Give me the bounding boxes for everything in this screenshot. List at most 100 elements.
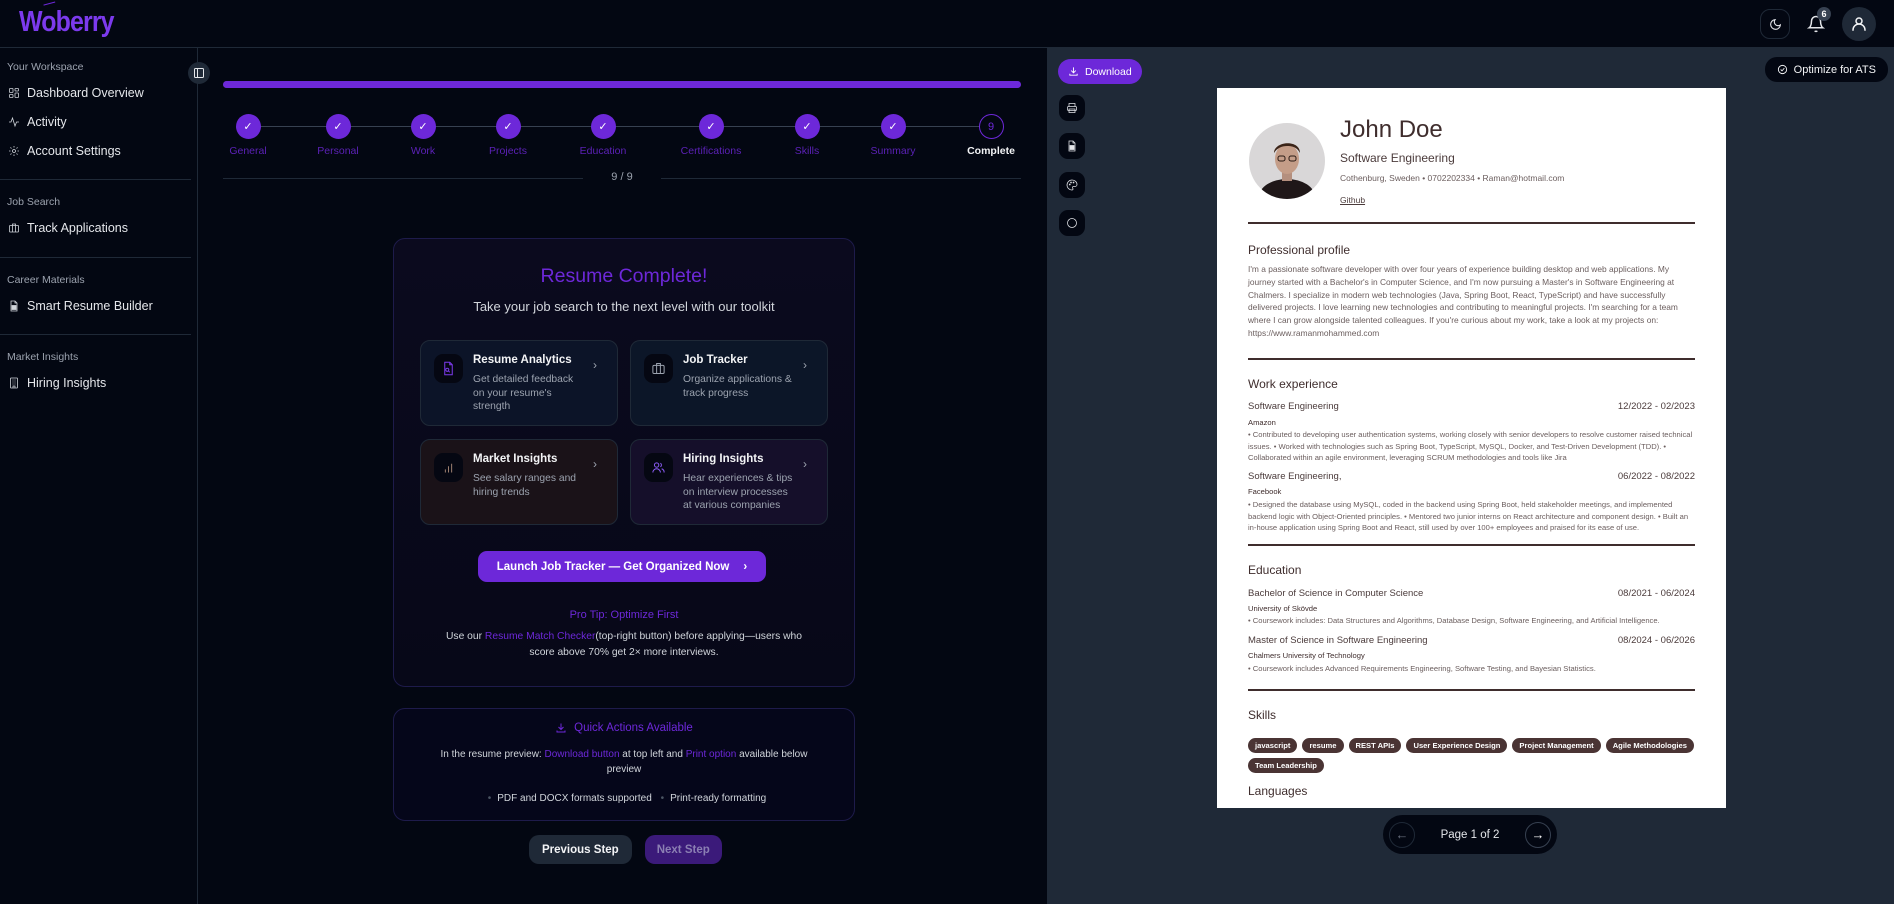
sidebar-item-track-applications[interactable]: Track Applications (0, 213, 197, 242)
step-education[interactable]: ✓ Education (563, 114, 643, 157)
degree: Master of Science in Software Engineerin… (1248, 635, 1428, 646)
check-icon: ✓ (495, 114, 521, 139)
skills-heading: Skills (1248, 708, 1277, 722)
tile-hiring-insights[interactable]: Hiring Insights Hear experiences & tips … (630, 439, 828, 525)
section-rule (1248, 544, 1695, 546)
tile-job-tracker[interactable]: Job Tracker Organize applications & trac… (630, 340, 828, 426)
sidebar-section-title: Career Materials (7, 274, 85, 286)
circle-icon (1067, 218, 1077, 228)
user-icon (1852, 17, 1866, 31)
tile-title: Hiring Insights (683, 453, 764, 465)
step-label: Education (579, 145, 627, 157)
check-icon: ✓ (325, 114, 351, 139)
step-personal[interactable]: ✓ Personal (298, 114, 378, 157)
sidebar-item-smart-resume-builder[interactable]: Smart Resume Builder (0, 291, 197, 320)
step-label: Work (410, 145, 436, 157)
step-general[interactable]: ✓ General (208, 114, 288, 157)
user-menu-button[interactable] (1842, 7, 1876, 41)
bullet-icon: • (660, 793, 665, 804)
optimize-for-ats-button[interactable]: Optimize for ATS (1764, 57, 1888, 82)
page-navigation: ← Page 1 of 2 → (1383, 815, 1557, 854)
step-label: Personal (317, 145, 359, 157)
theme-toggle-button[interactable] (1760, 9, 1790, 39)
sidebar-item-dashboard-overview[interactable]: Dashboard Overview (0, 78, 197, 107)
skill-chip: resume (1302, 738, 1344, 753)
resume-complete-card: Resume Complete! Take your job search to… (393, 238, 855, 687)
resume-name: John Doe (1340, 116, 1443, 143)
work-entry-header: Software Engineering, 06/2022 - 08/2022 (1248, 471, 1695, 482)
resume-page: John Doe Software Engineering Cothenburg… (1217, 88, 1726, 808)
check-icon: ✓ (235, 114, 261, 139)
download-button-link[interactable]: Download button (544, 749, 619, 760)
file-icon (1068, 140, 1076, 152)
step-label: Certifications (680, 145, 742, 157)
download-label: Download (1085, 65, 1132, 78)
progress-bar (223, 81, 1021, 88)
sidebar-item-activity[interactable]: Activity (0, 107, 197, 136)
step-complete[interactable]: 9 Complete (951, 114, 1031, 157)
notification-badge: 6 (1817, 7, 1831, 21)
tile-description: Hear experiences & tips on interview pro… (683, 473, 793, 511)
stepper: ✓ General ✓ Personal ✓ Work ✓ Projects ✓ Educatio… (223, 114, 1021, 164)
previous-page-button[interactable]: ← (1389, 821, 1415, 848)
feature-item: PDF and DOCX formats supported (497, 793, 652, 804)
sidebar-item-account-settings[interactable]: Account Settings (0, 136, 197, 165)
progress-bar-fill (223, 81, 1021, 88)
degree: Bachelor of Science in Computer Science (1248, 588, 1424, 599)
tile-description: Organize applications & track progress (683, 374, 792, 399)
step-projects[interactable]: ✓ Projects (468, 114, 548, 157)
next-page-button[interactable]: → (1524, 821, 1551, 848)
chevron-right-icon: › (743, 560, 748, 573)
sidebar: Your Workspace Dashboard Overview Activi… (0, 48, 198, 904)
qa-text: In the resume preview: (440, 749, 545, 760)
print-button[interactable] (1059, 95, 1085, 121)
education-entry-header: Master of Science in Software Engineerin… (1248, 635, 1695, 646)
moon-icon (1769, 18, 1781, 30)
tile-resume-analytics[interactable]: Resume Analytics Get detailed feedback o… (420, 340, 618, 426)
chevron-right-icon: › (803, 358, 807, 372)
step-number: 9 (978, 114, 1004, 139)
previous-step-button[interactable]: Previous Step (529, 835, 632, 864)
launch-job-tracker-button[interactable]: Launch Job Tracker — Get Organized Now › (478, 551, 766, 582)
work-heading: Work experience (1248, 377, 1338, 391)
layout-toggle-button[interactable] (1059, 210, 1085, 236)
step-skills[interactable]: ✓ Skills (767, 114, 847, 157)
print-option-link[interactable]: Print option (686, 749, 737, 760)
github-link[interactable]: Github (1340, 195, 1365, 205)
step-certifications[interactable]: ✓ Certifications (671, 114, 751, 157)
notifications-button[interactable]: 6 (1800, 7, 1832, 40)
resume-preview-pane: Download Optimize for ATS John Doe Softw… (1047, 48, 1894, 904)
logo[interactable]: Woberry (19, 6, 115, 39)
sidebar-panel-icon (194, 68, 204, 78)
step-summary[interactable]: ✓ Summary (853, 114, 933, 157)
document-format-button[interactable] (1059, 133, 1085, 159)
sidebar-item-hiring-insights[interactable]: Hiring Insights (0, 368, 197, 397)
education-bullets: • Coursework includes Advanced Requireme… (1248, 664, 1596, 673)
quick-actions-body: In the resume preview: Download button a… (434, 747, 814, 777)
tile-title: Resume Analytics (473, 354, 572, 366)
skills-list: javascript resume REST APIs User Experience… (1248, 738, 1695, 773)
wizard-main: ✓ General ✓ Personal ✓ Work ✓ Projects ✓ Educatio… (199, 48, 1047, 904)
sidebar-divider (0, 334, 191, 335)
next-step-button[interactable]: Next Step (644, 835, 722, 864)
quick-actions-title: Quick Actions Available (574, 722, 693, 734)
activity-icon (9, 116, 19, 127)
check-icon: ✓ (794, 114, 820, 139)
tile-market-insights[interactable]: Market Insights See salary ranges and hi… (420, 439, 618, 525)
resume-title: Software Engineering (1340, 151, 1455, 165)
step-work[interactable]: ✓ Work (383, 114, 463, 157)
resume-match-checker-link[interactable]: Resume Match Checker (485, 631, 595, 642)
work-dates: 06/2022 - 08/2022 (1617, 471, 1695, 482)
divider (661, 178, 1021, 179)
briefcase-icon (652, 363, 665, 374)
chevron-right-icon: › (593, 358, 597, 372)
theme-palette-button[interactable] (1059, 172, 1085, 198)
check-icon: ✓ (590, 114, 616, 139)
download-button[interactable]: Download (1058, 59, 1142, 84)
printer-icon (1067, 103, 1077, 113)
collapse-sidebar-button[interactable] (188, 62, 210, 84)
step-label: General (229, 145, 267, 157)
step-label: Complete (967, 145, 1015, 157)
complete-title: Resume Complete! (540, 265, 708, 287)
cta-label: Launch Job Tracker — Get Organized Now (496, 560, 730, 573)
